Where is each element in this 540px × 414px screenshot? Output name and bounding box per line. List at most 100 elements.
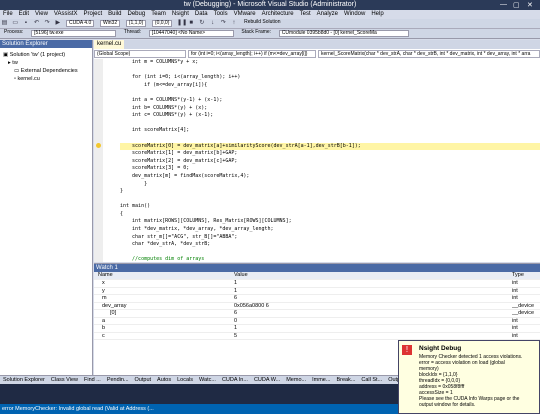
maximize-button[interactable]: ▢	[513, 1, 520, 9]
watch-row[interactable]: y 1 int	[94, 288, 540, 296]
menu-file[interactable]: File	[0, 10, 16, 19]
watch-row[interactable]: m 6 int	[94, 295, 540, 303]
scope-dropdown[interactable]: (Global Scope)	[94, 50, 186, 58]
watch-name: a	[102, 317, 106, 324]
menu-architecture[interactable]: Architecture	[259, 10, 297, 19]
code-line[interactable]: for (int i=0; i<(array_length); i++)	[120, 74, 540, 82]
menu-help[interactable]: Help	[368, 10, 386, 19]
menu-nsight[interactable]: Nsight	[169, 10, 192, 19]
watch-row[interactable]: [0] 6 __device	[94, 310, 540, 318]
rebuild-solution-button[interactable]: Rebuild Solution	[242, 20, 282, 27]
thread-select[interactable]: [10447040] <No Name>	[148, 30, 234, 37]
new-icon[interactable]: ▤	[1, 20, 8, 27]
code-line[interactable]: }	[120, 181, 540, 189]
code-line[interactable]: dev_matrix[m] = findMax(scoreMatrix,4);	[120, 173, 540, 181]
code-area[interactable]: int m = COLUMNS*y + x; for (int i=0; i<(…	[120, 59, 540, 262]
code-line[interactable]	[120, 120, 540, 128]
kernel-file-node[interactable]: ▫ kernel.cu	[14, 76, 40, 82]
code-line[interactable]: int main()	[120, 203, 540, 211]
undo-icon[interactable]: ↶	[33, 20, 40, 27]
member-dropdown[interactable]: kernel_ScoreMatrix(char * dev_strA, char…	[318, 50, 540, 58]
menu-edit[interactable]: Edit	[16, 10, 32, 19]
platform-select[interactable]: Win32	[99, 20, 121, 27]
menu-data[interactable]: Data	[192, 10, 211, 19]
code-line[interactable]: scoreMatrix[1] = dev_matrix[b]+GAP;	[120, 150, 540, 158]
stop-icon[interactable]: ■	[188, 20, 195, 27]
menu-build[interactable]: Build	[105, 10, 124, 19]
stack-frame-select[interactable]: CUmodule 0395b8d0 - [0] kernel_ScoreMa	[278, 30, 409, 37]
restart-icon[interactable]: ↻	[198, 20, 205, 27]
thread-index-field[interactable]: (0,0,0)	[151, 20, 173, 27]
watch-row[interactable]: c 5 int	[94, 333, 540, 341]
code-line[interactable]: scoreMatrix[0] = dev_matrix[a]+similarit…	[120, 142, 540, 151]
code-line[interactable]: scoreMatrix[2] = dev_matrix[c]+GAP;	[120, 158, 540, 166]
code-line[interactable]	[120, 249, 540, 257]
menu-view[interactable]: View	[32, 10, 51, 19]
code-line[interactable]: char str_m[]="ACG", str_B[]="ABBA";	[120, 234, 540, 242]
step-into-icon[interactable]: ↓	[209, 20, 216, 27]
code-line[interactable]: int b= COLUMNS*(y) + (x);	[120, 105, 540, 113]
watch-value[interactable]: 0	[234, 318, 504, 326]
watch-value[interactable]: 0x056a0800 6	[234, 303, 504, 311]
menu-vassistx[interactable]: VAssistX	[51, 10, 81, 19]
step-out-icon[interactable]: ↑	[230, 20, 237, 27]
menu-tools[interactable]: Tools	[211, 10, 231, 19]
watch-row[interactable]: b 1 int	[94, 325, 540, 333]
code-line[interactable]: int c= COLUMNS*(y) + (x-1);	[120, 112, 540, 120]
breakpoint-gutter[interactable]	[94, 59, 103, 262]
project-node[interactable]: ▸ tw	[8, 60, 18, 66]
menu-window[interactable]: Window	[341, 10, 368, 19]
save-icon[interactable]: ▪	[22, 20, 29, 27]
code-line[interactable]: scoreMatrix[3] = 0;	[120, 165, 540, 173]
watch-value[interactable]: 6	[234, 310, 504, 318]
menu-vmware[interactable]: VMware	[231, 10, 259, 19]
tab-kernel-cu[interactable]: kernel.cu	[94, 40, 125, 49]
watch-name: [0]	[110, 310, 117, 316]
code-line[interactable]: int m = COLUMNS*y + x;	[120, 59, 540, 67]
menu-project[interactable]: Project	[80, 10, 105, 19]
menu-team[interactable]: Team	[148, 10, 169, 19]
code-line[interactable]: if (m<=dev_array[i]){	[120, 82, 540, 90]
code-line[interactable]: }	[120, 188, 540, 196]
block-index-field[interactable]: (1,1,0)	[125, 20, 147, 27]
window-title: tw (Debugging) - Microsoft Visual Studio…	[183, 1, 357, 8]
menu-analyze[interactable]: Analyze	[314, 10, 341, 19]
menu-test[interactable]: Test	[297, 10, 314, 19]
code-line[interactable]: int a = COLUMNS*(y-1) + (x-1);	[120, 97, 540, 105]
open-icon[interactable]: ▭	[12, 20, 19, 27]
watch-row[interactable]: x 1 int	[94, 280, 540, 288]
nsight-notification[interactable]: ! Nsight Debug Memory Checker detected 1…	[398, 340, 540, 414]
watch-value[interactable]: 5	[234, 333, 504, 341]
code-line[interactable]	[120, 89, 540, 97]
code-line[interactable]	[120, 67, 540, 75]
watch-name: m	[102, 295, 107, 301]
config-select[interactable]: CUDA 4.0	[66, 20, 95, 27]
continue-icon[interactable]: ▶	[54, 20, 61, 27]
code-line[interactable]	[120, 135, 540, 143]
close-button[interactable]: ✕	[527, 1, 533, 9]
function-dropdown[interactable]: for (int i=0; i<(array_length); i++) if …	[188, 50, 316, 58]
solution-explorer: Solution Explorer ▣ Solution 'tw' (1 pro…	[0, 40, 93, 375]
process-select[interactable]: [5196] tw.exe	[31, 30, 117, 37]
code-line[interactable]: {	[120, 211, 540, 219]
watch-row[interactable]: a 0 int	[94, 317, 540, 326]
code-line[interactable]: //computes dim of arrays	[120, 256, 540, 262]
watch-value[interactable]: 6	[234, 295, 504, 303]
code-line[interactable]: char *dev_strA, *dev_strB;	[120, 241, 540, 249]
menu-debug[interactable]: Debug	[125, 10, 149, 19]
external-deps-node[interactable]: ▭ External Dependencies	[14, 68, 78, 74]
code-line[interactable]	[120, 196, 540, 204]
watch-row[interactable]: dev_array 0x056a0800 6 __device	[94, 303, 540, 311]
minimize-button[interactable]: —	[500, 1, 507, 8]
redo-icon[interactable]: ↷	[44, 20, 51, 27]
step-over-icon[interactable]: ↷	[220, 20, 227, 27]
code-line[interactable]: int *dev_matrix, *dev_array, *dev_array_…	[120, 226, 540, 234]
watch-value[interactable]: 1	[234, 325, 504, 333]
code-line[interactable]: int matrix[ROWS][COLUMNS], Res_Matrix[RO…	[120, 218, 540, 226]
watch-name: x	[102, 280, 105, 286]
solution-node[interactable]: ▣ Solution 'tw' (1 project)	[3, 52, 65, 58]
watch-value[interactable]: 1	[234, 288, 504, 296]
watch-value[interactable]: 1	[234, 280, 504, 288]
code-line[interactable]: int scoreMatrix[4];	[120, 127, 540, 135]
pause-icon[interactable]: ❚❚	[177, 20, 187, 27]
